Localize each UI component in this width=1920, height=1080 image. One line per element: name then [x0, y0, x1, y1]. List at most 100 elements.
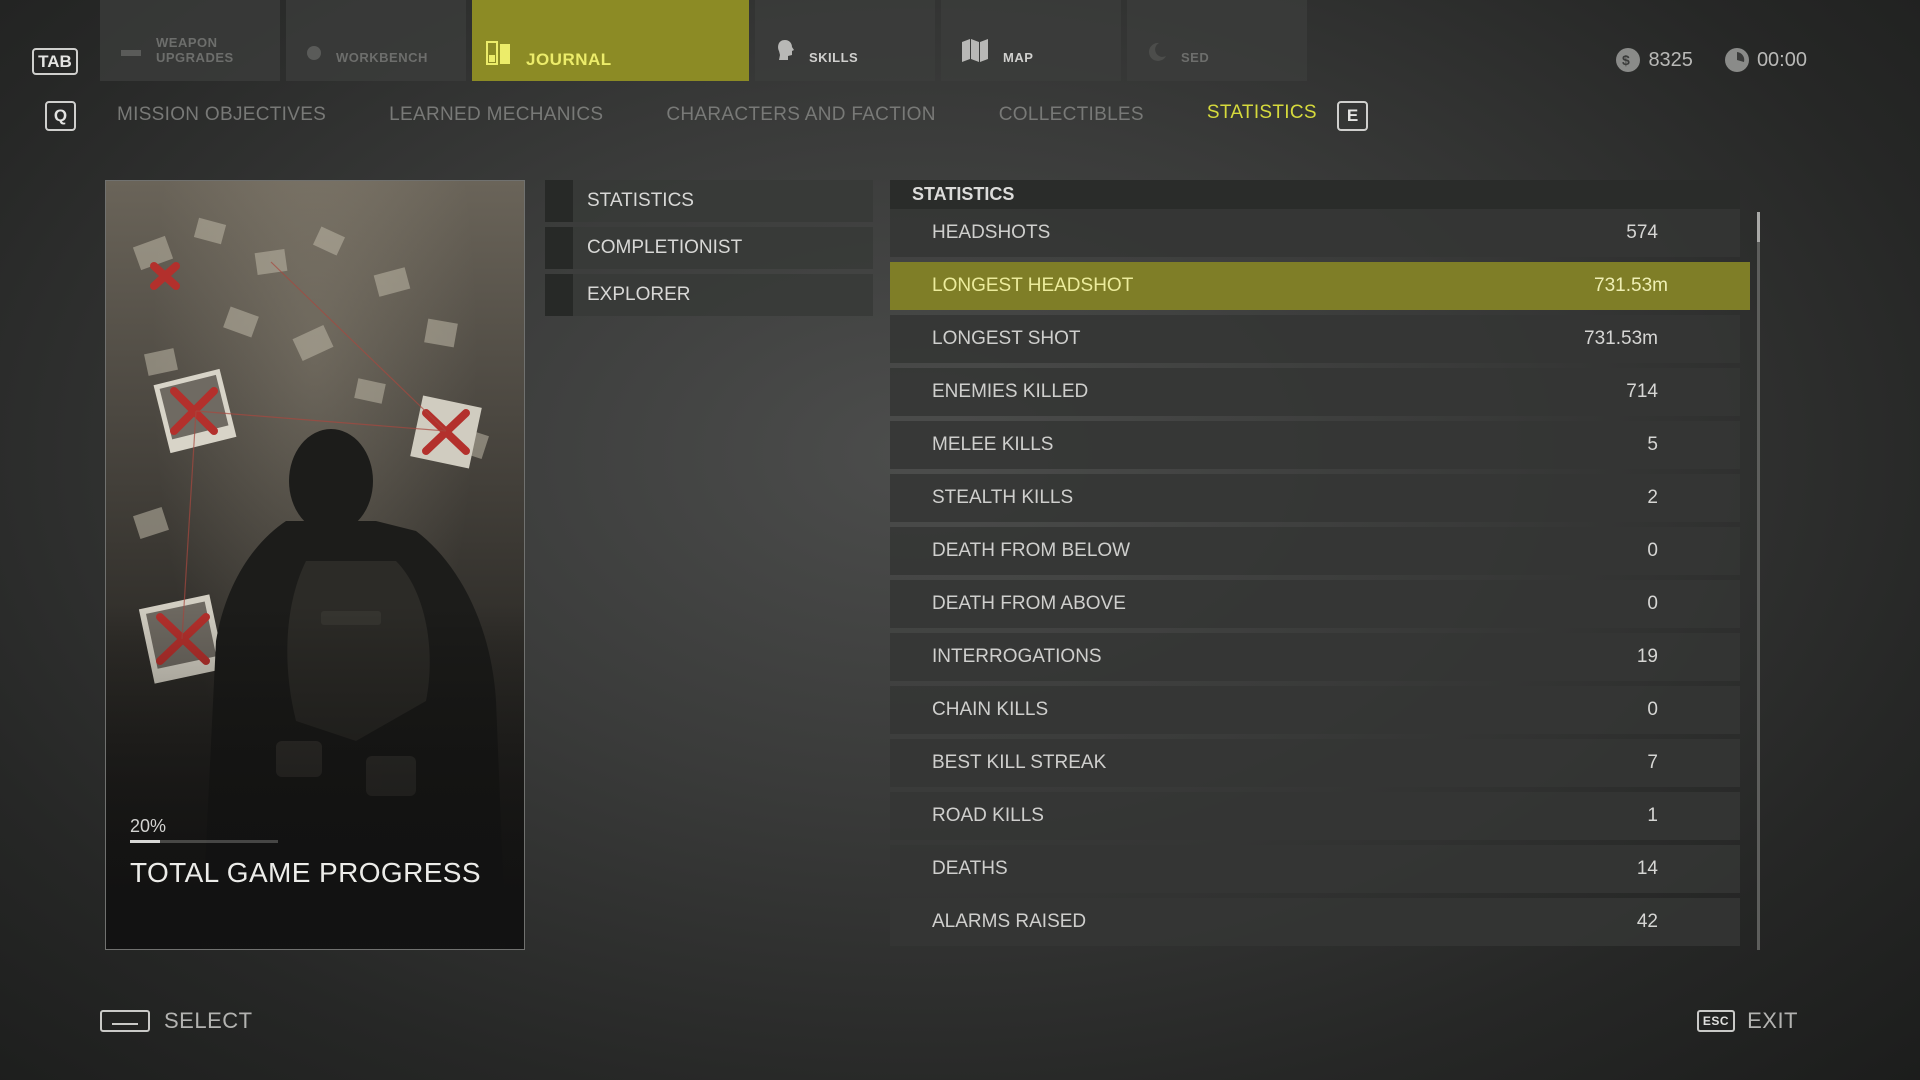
stat-label: STEALTH KILLS: [932, 487, 1074, 508]
stat-value: 14: [1636, 858, 1658, 879]
time-value: 00:00: [1756, 48, 1807, 71]
category-marker: [545, 180, 573, 222]
map-icon: [961, 38, 989, 65]
subtab-learned-mechanics[interactable]: LEARNED MECHANICS: [389, 104, 603, 126]
stat-value: 42: [1636, 911, 1658, 932]
progress-bar: [130, 840, 278, 843]
statistics-rows: HEADSHOTS 574 LONGEST HEADSHOT 731.53m LONGE…: [890, 209, 1750, 946]
stat-value: 731.53m: [1594, 275, 1668, 296]
stat-row[interactable]: ENEMIES KILLED 714: [890, 368, 1740, 416]
tab-skills[interactable]: SKILLS: [755, 0, 935, 81]
progress-bar-fill: [130, 840, 160, 843]
stat-value: 2: [1647, 487, 1658, 508]
tab-workbench[interactable]: WORKBENCH: [286, 0, 466, 81]
progress-percent: 20%: [130, 816, 167, 836]
tab-weapon-upgrades[interactable]: WEAPON UPGRADES: [100, 0, 280, 81]
stat-row[interactable]: HEADSHOTS 574: [890, 209, 1740, 257]
stat-row[interactable]: DEATHS 14: [890, 845, 1740, 893]
weapon-icon: [120, 44, 142, 65]
tab-map[interactable]: MAP: [941, 0, 1121, 81]
tab-label: SKILLS: [809, 50, 859, 65]
time-readout: 00:00: [1724, 48, 1807, 72]
stat-row[interactable]: ALARMS RAISED 42: [890, 898, 1740, 946]
tab-label: SED: [1181, 50, 1210, 65]
tab-label: WEAPON UPGRADES: [156, 35, 234, 65]
category-marker: [545, 274, 573, 316]
stat-row[interactable]: CHAIN KILLS 0: [890, 686, 1740, 734]
category-marker: [545, 227, 573, 269]
category-list: STATISTICS COMPLETIONIST EXPLORER: [545, 180, 873, 321]
subtab-collectibles[interactable]: COLLECTIBLES: [999, 104, 1144, 126]
stat-value: 0: [1647, 540, 1658, 561]
category-label: COMPLETIONIST: [587, 237, 743, 258]
stat-label: ALARMS RAISED: [932, 911, 1087, 932]
stat-label: ROAD KILLS: [932, 805, 1044, 826]
stat-label: MELEE KILLS: [932, 434, 1054, 455]
subtab-statistics[interactable]: STATISTICS: [1207, 102, 1317, 126]
stat-row[interactable]: STEALTH KILLS 2: [890, 474, 1740, 522]
stat-value: 0: [1647, 593, 1658, 614]
statistics-panel: STATISTICS HEADSHOTS 574 LONGEST HEADSHOT 7…: [890, 180, 1750, 946]
svg-text:$: $: [1622, 52, 1630, 68]
stat-value: 1: [1647, 805, 1658, 826]
stat-value: 714: [1626, 381, 1658, 402]
exit-hint[interactable]: ESC EXIT: [1696, 1008, 1798, 1034]
stat-label: DEATH FROM ABOVE: [932, 593, 1126, 614]
stat-value: 574: [1626, 222, 1658, 243]
esc-key-icon: ESC: [1696, 1010, 1736, 1032]
tab-sed[interactable]: SED: [1127, 0, 1307, 81]
stat-label: HEADSHOTS: [932, 222, 1051, 243]
stat-label: INTERROGATIONS: [932, 646, 1102, 667]
stat-row[interactable]: MELEE KILLS 5: [890, 421, 1740, 469]
tab-label: MAP: [1003, 50, 1034, 65]
statistics-scrollbar[interactable]: [1757, 212, 1760, 950]
stat-row[interactable]: DEATH FROM ABOVE 0: [890, 580, 1740, 628]
category-explorer[interactable]: EXPLORER: [545, 274, 873, 316]
stat-row[interactable]: ROAD KILLS 1: [890, 792, 1740, 840]
stat-label: LONGEST HEADSHOT: [932, 275, 1134, 296]
stat-label: CHAIN KILLS: [932, 699, 1049, 720]
stat-row[interactable]: BEST KILL STREAK 7: [890, 739, 1740, 787]
currency-readout: $ 8325: [1616, 48, 1693, 72]
select-label: SELECT: [164, 1008, 253, 1033]
prev-subtab-key-hint[interactable]: Q: [45, 101, 76, 131]
category-statistics[interactable]: STATISTICS: [545, 180, 873, 222]
tab-journal[interactable]: JOURNAL: [472, 0, 749, 81]
workbench-icon: [306, 44, 322, 65]
category-label: EXPLORER: [587, 284, 691, 305]
tab-label: WORKBENCH: [336, 50, 428, 65]
stat-row[interactable]: LONGEST SHOT 731.53m: [890, 315, 1740, 363]
space-key-icon: [100, 1010, 150, 1032]
stat-label: BEST KILL STREAK: [932, 752, 1107, 773]
stat-label: DEATHS: [932, 858, 1008, 879]
stat-row[interactable]: DEATH FROM BELOW 0: [890, 527, 1740, 575]
tab-key-hint[interactable]: TAB: [32, 48, 78, 75]
currency-icon: $: [1616, 48, 1641, 72]
hero-image-card: 20% TOTAL GAME PROGRESS: [105, 180, 525, 950]
subtab-characters-and-faction[interactable]: CHARACTERS AND FACTION: [666, 104, 935, 126]
total-progress: 20% TOTAL GAME PROGRESS: [130, 816, 490, 889]
stat-value: 731.53m: [1584, 328, 1658, 349]
clock-icon: [1724, 48, 1749, 72]
progress-title: TOTAL GAME PROGRESS: [130, 857, 481, 888]
tab-label: JOURNAL: [526, 50, 612, 69]
stat-label: ENEMIES KILLED: [932, 381, 1089, 402]
select-hint[interactable]: SELECT: [100, 1008, 253, 1034]
subtab-mission-objectives[interactable]: MISSION OBJECTIVES: [117, 104, 326, 126]
skills-head-icon: [775, 38, 795, 65]
stat-value: 5: [1647, 434, 1658, 455]
top-readouts: $ 8325 00:00: [1616, 48, 1807, 72]
stat-label: LONGEST SHOT: [932, 328, 1081, 349]
stat-value: 19: [1636, 646, 1658, 667]
category-completionist[interactable]: COMPLETIONIST: [545, 227, 873, 269]
stat-row[interactable]: INTERROGATIONS 19: [890, 633, 1740, 681]
stat-row[interactable]: LONGEST HEADSHOT 731.53m: [890, 262, 1750, 310]
next-subtab-key-hint[interactable]: E: [1337, 101, 1368, 131]
stat-label: DEATH FROM BELOW: [932, 540, 1131, 561]
scrollbar-thumb[interactable]: [1757, 212, 1760, 242]
stat-value: 7: [1647, 752, 1658, 773]
statistics-header: STATISTICS: [890, 180, 1740, 209]
currency-value: 8325: [1648, 48, 1693, 71]
exit-label: EXIT: [1747, 1008, 1798, 1033]
journal-icon: [486, 41, 512, 70]
